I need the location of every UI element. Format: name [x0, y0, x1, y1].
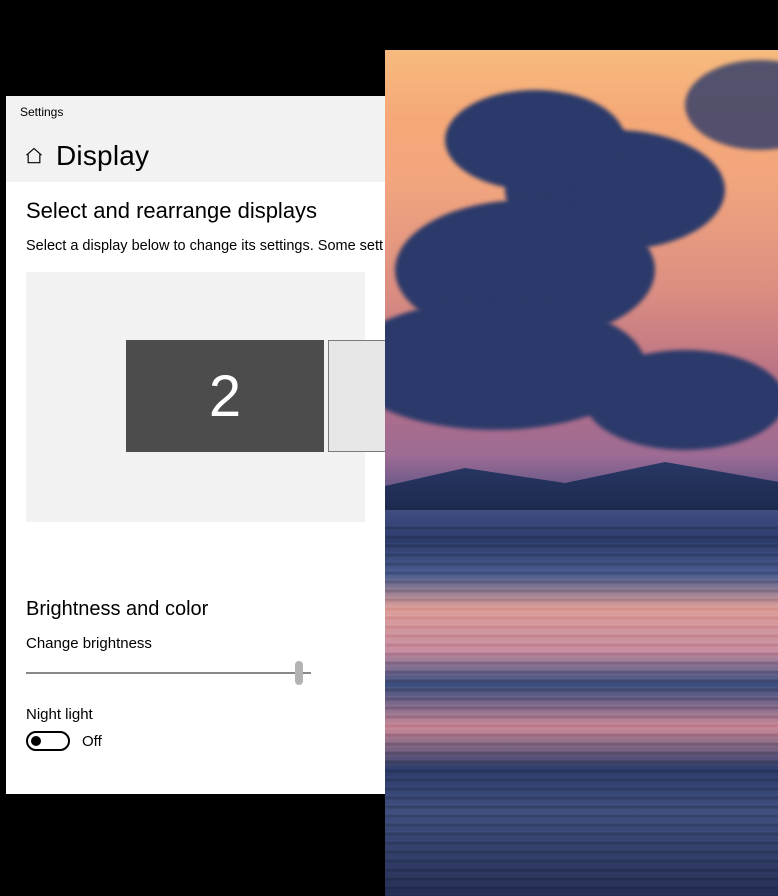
window-title: Settings [20, 105, 63, 119]
display-monitor-secondary[interactable] [328, 340, 385, 452]
page-title: Display [56, 140, 149, 172]
desktop-wallpaper [385, 50, 778, 896]
brightness-heading: Brightness and color [26, 598, 365, 621]
display-monitor-label: 2 [209, 363, 241, 430]
display-arrangement-area[interactable]: 2 [26, 272, 365, 522]
night-light-toggle[interactable] [26, 731, 70, 751]
slider-track [26, 672, 311, 674]
window-titlebar[interactable]: Settings [6, 96, 385, 128]
display-monitor-2[interactable]: 2 [126, 340, 324, 452]
home-icon[interactable] [24, 146, 44, 166]
settings-window: Settings Display Select and rearrange di… [6, 96, 385, 794]
rearrange-description: Select a display below to change its set… [26, 238, 365, 254]
slider-thumb[interactable] [295, 661, 303, 685]
night-light-state: Off [82, 733, 102, 750]
rearrange-heading: Select and rearrange displays [26, 198, 365, 224]
brightness-label: Change brightness [26, 635, 365, 652]
night-light-label: Night light [26, 706, 365, 723]
brightness-slider[interactable] [26, 660, 311, 688]
toggle-knob [31, 736, 41, 746]
page-header: Display [6, 128, 385, 182]
